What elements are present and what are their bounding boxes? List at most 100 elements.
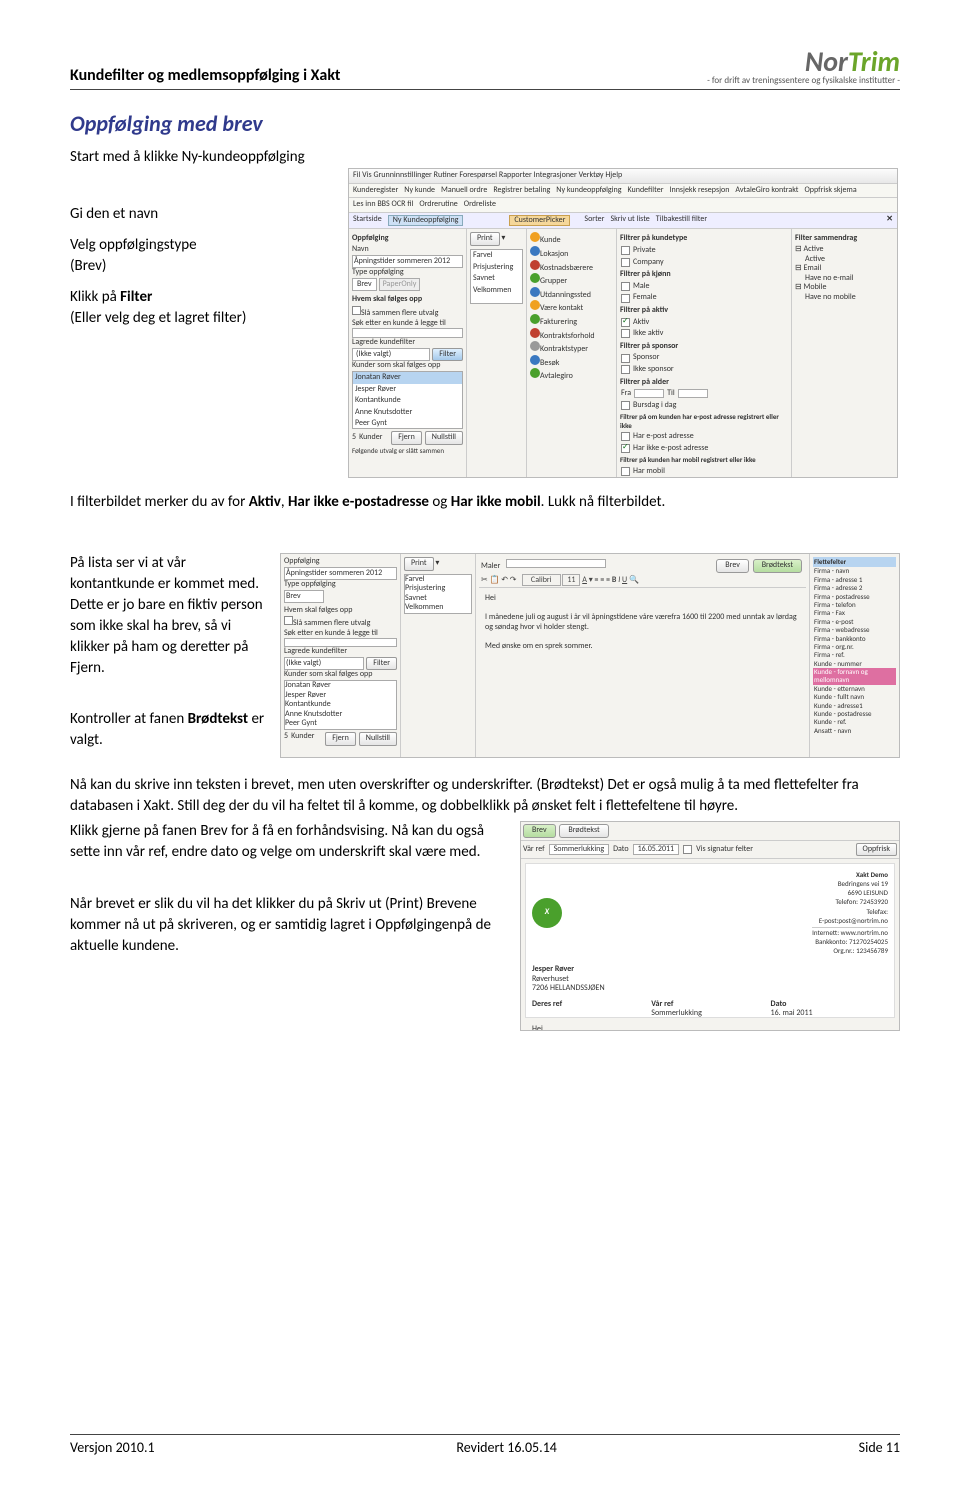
oppfrisk-button[interactable]: Oppfrisk (856, 843, 897, 857)
checkbox[interactable] (621, 246, 630, 255)
list-item[interactable]: Velkommen (405, 603, 471, 613)
recipient-block: Jesper Røver Røverhuset 7206 HELLANDSSJØ… (532, 965, 888, 994)
dato-input[interactable]: 16.05.2011 (633, 844, 679, 856)
tilbakestill-filter-button[interactable]: Tilbakestill filter (656, 215, 707, 227)
logo-trim: Trim (848, 44, 900, 79)
filter-button[interactable]: Filter (366, 657, 397, 671)
instr3-p2: Når brevet er slik du vil ha det klikker… (70, 894, 510, 957)
tab-brev[interactable]: Brev (523, 824, 556, 838)
tab-startside[interactable]: Startside (353, 215, 382, 227)
tb-item[interactable]: AvtaleGiro kontrakt (735, 186, 798, 196)
sla-sammen-checkbox[interactable] (352, 306, 361, 315)
tb-item[interactable]: Registrer betaling (493, 186, 550, 196)
logo-tagline: - for drift av treningssentere og fysika… (707, 76, 900, 85)
flettefelt-item[interactable]: Ansatt - navn (813, 727, 896, 735)
sok-label: Søk etter en kunde å legge til (352, 319, 463, 329)
panel-filter-categories: Kunde Lokasjon Kostnadsbærere Grupper Ut… (527, 229, 617, 478)
tab-brev[interactable]: Brev (716, 559, 749, 573)
instructions-block-2: På lista ser vi at vår kontantkunde er k… (70, 553, 270, 761)
intro-line: Start med å klikke Ny-kundeoppfølging (70, 147, 900, 168)
p1-hdr: Oppfølging (352, 234, 463, 244)
checkbox[interactable] (284, 616, 293, 625)
sorter-button[interactable]: Sorter (584, 215, 604, 227)
navn-input[interactable]: Åpningstider sommeren 2012 (284, 567, 397, 581)
list-item[interactable]: Jesper Røver (353, 384, 462, 396)
tb-item[interactable]: Kundefilter (628, 186, 664, 196)
list-item[interactable]: Anne Knutsdotter (353, 407, 462, 419)
instr2-p1: På lista ser vi at vår kontantkunde er k… (70, 553, 270, 679)
list-item[interactable]: Jonatan Røver (353, 372, 462, 384)
fotnote: Følgende utvalg er slått sammen (352, 447, 463, 455)
list-item[interactable]: Velkommen (471, 285, 522, 297)
lokasjon-icon (530, 246, 540, 256)
instructions-block-3: Klikk gjerne på fanen Brev for å få en f… (70, 821, 510, 1031)
til-input[interactable] (678, 389, 708, 398)
tb-item[interactable]: Oppfrisk skjema (804, 186, 856, 196)
para-after-ss2: Nå kan du skrive inn teksten i brevet, m… (70, 775, 900, 817)
tab-brodtekst[interactable]: Brødtekst (753, 559, 802, 573)
navn-label: Navn (352, 245, 463, 255)
tb-item[interactable]: Ny kunde (404, 186, 435, 196)
list-item[interactable]: Peer Gynt (353, 418, 462, 430)
editor-body[interactable]: Hei I månedene juli og august i år vil å… (479, 588, 806, 658)
nullstill-button[interactable]: Nullstill (425, 431, 463, 445)
instr1-line1: Gi den et navn (70, 204, 340, 225)
checkbox[interactable] (621, 258, 630, 267)
fjern-button[interactable]: Fjern (325, 732, 356, 746)
navn-input[interactable]: Åpningstider sommeren 2012 (352, 255, 463, 269)
lagrede-select[interactable]: (Ikke valgt) (352, 348, 430, 362)
print-button[interactable]: Print (404, 557, 434, 571)
checkbox[interactable] (621, 365, 630, 374)
grupper-icon (530, 273, 540, 283)
paperonly-select[interactable]: PaperOnly (379, 278, 421, 292)
list-item[interactable]: Farvel (471, 250, 522, 262)
checkbox[interactable] (621, 467, 630, 476)
menubar[interactable]: Fil Vis Grunninnstillinger Rutiner Fores… (349, 169, 897, 184)
checkbox[interactable] (621, 282, 630, 291)
type-label: Type oppfølging (352, 268, 463, 278)
skriv-ut-liste-button[interactable]: Skriv ut liste (610, 215, 649, 227)
nullstill-button[interactable]: Nullstill (359, 732, 397, 746)
checkbox-har-ikke-epost[interactable] (621, 444, 630, 453)
tab-bar: Startside Ny Kundeoppfølging CustomerPic… (349, 213, 897, 230)
checkbox[interactable] (621, 294, 630, 303)
checkbox[interactable] (621, 401, 630, 410)
type-select[interactable]: Brev (352, 278, 377, 292)
list-item[interactable]: Savnet (471, 273, 522, 285)
type-select[interactable]: Brev (284, 590, 324, 604)
flettefelt-item[interactable]: Kunde - fornavn og mellomnavn (813, 668, 896, 685)
tb-item[interactable]: Manuell ordre (441, 186, 487, 196)
editor-toolbar[interactable]: ✂ 📋 ↶ ↷ Calibri 11 A ▾ ≡ ≡ ≡ B I U 🔍 (479, 574, 806, 589)
checkbox[interactable] (621, 432, 630, 441)
kunder-hdr: Kunder som skal følges opp (352, 361, 463, 371)
tab-ny-kundeoppfolging[interactable]: Ny Kundeoppfølging (388, 215, 464, 227)
close-icon[interactable]: ✕ (886, 215, 893, 227)
tb-item[interactable]: Kunderegister (353, 186, 398, 196)
varref-input[interactable]: Sommerlukking (549, 844, 610, 856)
fjern-button[interactable]: Fjern (391, 431, 422, 445)
tb-item[interactable]: Innsjekk resepsjon (669, 186, 729, 196)
company-info: Xakt Demo Bedringens vei 19 6690 LEISUND… (812, 870, 888, 955)
checkbox[interactable] (621, 329, 630, 338)
tb-item[interactable]: Ordreliste (464, 200, 496, 210)
maler-input[interactable] (506, 559, 606, 568)
list-item[interactable]: Peer Gynt (285, 719, 396, 729)
checkbox[interactable] (621, 354, 630, 363)
list-item[interactable]: Prisjustering (471, 262, 522, 274)
tab-brodtekst[interactable]: Brødtekst (559, 824, 608, 838)
tb-item[interactable]: Ny kundeoppfølging (556, 186, 621, 196)
filter-button[interactable]: Filter (432, 348, 463, 362)
lagrede-select[interactable]: (Ikke valgt) (284, 657, 364, 671)
footer-revised: Revidert 16.05.14 (456, 1439, 557, 1456)
instr1-line4a: Klikk på (70, 288, 120, 306)
brev-body: Hei I månedene juli og august i år vil å… (532, 1025, 888, 1031)
print-button[interactable]: Print (470, 232, 500, 246)
fra-input[interactable] (634, 389, 664, 398)
vis-signatur-checkbox[interactable] (683, 845, 692, 854)
tb-item[interactable]: Les inn BBS OCR fil (353, 200, 413, 210)
tb-item[interactable]: Ordrerutine (419, 200, 457, 210)
checkbox-aktiv[interactable] (621, 318, 630, 327)
list-item[interactable]: Kontantkunde (353, 395, 462, 407)
logo-nor: Nor (805, 44, 848, 79)
avtalegiro-icon (530, 368, 540, 378)
